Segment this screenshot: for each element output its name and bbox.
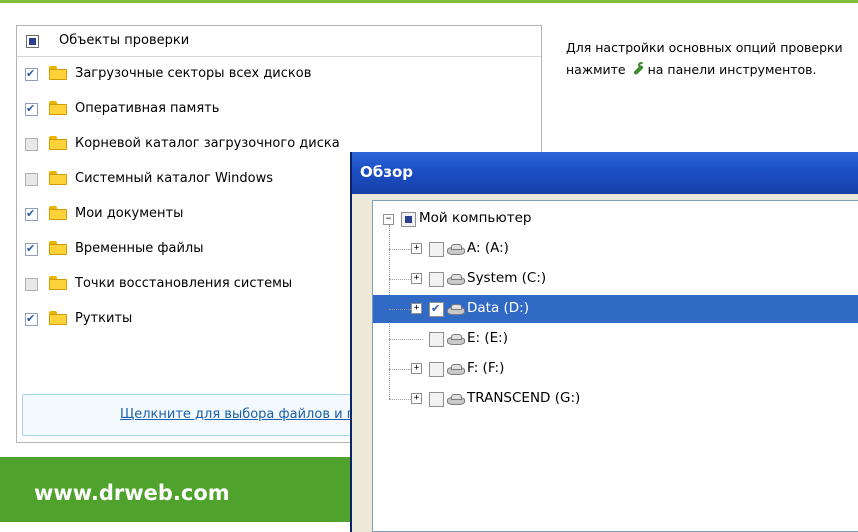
- scan-item-boot-sectors[interactable]: Загрузочные секторы всех дисков: [17, 64, 541, 86]
- dialog-title: Обзор: [360, 163, 413, 181]
- expand-icon[interactable]: +: [411, 393, 422, 404]
- tree-row-drive-f[interactable]: + F: (F:): [373, 355, 858, 383]
- tree-label: TRANSCEND (G:): [467, 390, 581, 406]
- select-all-checkbox[interactable]: [26, 35, 39, 48]
- folder-icon: [49, 311, 67, 325]
- cd-drive-icon: [447, 334, 465, 345]
- tree-line: [389, 369, 411, 370]
- folder-icon: [49, 101, 67, 115]
- tree-row-drive-d[interactable]: + Data (D:): [373, 295, 858, 323]
- tree-checkbox[interactable]: [401, 212, 416, 227]
- scan-item-checkbox[interactable]: [25, 206, 38, 221]
- folder-icon: [49, 276, 67, 290]
- folder-icon: [49, 66, 67, 80]
- tree-checkbox[interactable]: [429, 332, 444, 347]
- removable-drive-icon: [447, 394, 465, 405]
- scan-item-checkbox[interactable]: [25, 66, 38, 81]
- tree-row-drive-c[interactable]: + System (C:): [373, 265, 858, 293]
- expand-icon[interactable]: +: [411, 363, 422, 374]
- scan-item-memory[interactable]: Оперативная память: [17, 99, 541, 121]
- scan-item-label: Системный каталог Windows: [75, 171, 274, 186]
- scan-item-label: Руткиты: [75, 311, 133, 326]
- folder-icon: [49, 206, 67, 220]
- removable-drive-icon: [447, 364, 465, 375]
- scan-item-checkbox[interactable]: [25, 138, 38, 151]
- tree-row-drive-e[interactable]: E: (E:): [373, 325, 858, 353]
- tree-row-drive-g[interactable]: + TRANSCEND (G:): [373, 385, 858, 413]
- scan-item-label: Оперативная память: [75, 101, 220, 116]
- tree-checkbox[interactable]: [429, 301, 444, 317]
- scan-item-checkbox[interactable]: [25, 278, 38, 291]
- scan-item-checkbox[interactable]: [25, 173, 38, 186]
- expand-icon[interactable]: +: [411, 243, 422, 254]
- tree-label: System (C:): [467, 270, 547, 286]
- dialog-titlebar[interactable]: Обзор: [352, 152, 858, 194]
- tree-label: Мой компьютер: [419, 210, 532, 226]
- browse-dialog: Обзор − Мой компьютер + A: (A:) + System…: [350, 152, 858, 532]
- expand-icon[interactable]: +: [411, 303, 422, 314]
- hard-drive-icon: [447, 304, 465, 315]
- tree-line: [389, 399, 411, 400]
- scan-item-label: Мои документы: [75, 206, 184, 221]
- tree-line: [389, 249, 411, 250]
- tree-line: [389, 339, 423, 340]
- collapse-icon[interactable]: −: [383, 214, 394, 225]
- tree-line: [389, 279, 411, 280]
- expand-icon[interactable]: +: [411, 273, 422, 284]
- tree-label: Data (D:): [467, 300, 530, 316]
- tip-text-end: на панели инструментов.: [647, 62, 817, 77]
- folder-icon: [49, 171, 67, 185]
- scan-objects-header: Объекты проверки: [17, 26, 541, 57]
- scan-item-label: Точки восстановления системы: [75, 276, 293, 291]
- tree-row-drive-a[interactable]: + A: (A:): [373, 235, 858, 263]
- scan-item-label: Загрузочные секторы всех дисков: [75, 66, 312, 81]
- scan-item-label: Временные файлы: [75, 241, 204, 256]
- site-url[interactable]: www.drweb.com: [34, 481, 230, 505]
- tree-checkbox[interactable]: [429, 362, 444, 377]
- scan-item-checkbox[interactable]: [25, 101, 38, 116]
- tree-checkbox[interactable]: [429, 272, 444, 287]
- floppy-drive-icon: [447, 244, 465, 255]
- scan-item-checkbox[interactable]: [25, 311, 38, 326]
- select-files-link[interactable]: Щелкните для выбора файлов и папок: [120, 407, 387, 422]
- hard-drive-icon: [447, 274, 465, 285]
- tree-label: E: (E:): [467, 330, 508, 346]
- footer-banner: www.drweb.com: [0, 457, 350, 522]
- tree-checkbox[interactable]: [429, 392, 444, 407]
- tree-line: [389, 309, 411, 310]
- folder-icon: [49, 241, 67, 255]
- tree-row-my-computer[interactable]: − Мой компьютер: [373, 205, 858, 233]
- tree-label: F: (F:): [467, 360, 505, 376]
- tree-checkbox[interactable]: [429, 242, 444, 257]
- tree-label: A: (A:): [467, 240, 509, 256]
- drive-tree: − Мой компьютер + A: (A:) + System (C:) …: [372, 200, 858, 532]
- top-divider: [0, 0, 858, 3]
- scan-item-checkbox[interactable]: [25, 241, 38, 256]
- folder-icon: [49, 136, 67, 150]
- settings-tip: Для настройки основных опций проверки на…: [566, 37, 846, 81]
- scan-objects-title: Объекты проверки: [59, 33, 190, 48]
- scan-item-label: Корневой каталог загрузочного диска: [75, 136, 340, 151]
- wrench-icon: [630, 62, 644, 76]
